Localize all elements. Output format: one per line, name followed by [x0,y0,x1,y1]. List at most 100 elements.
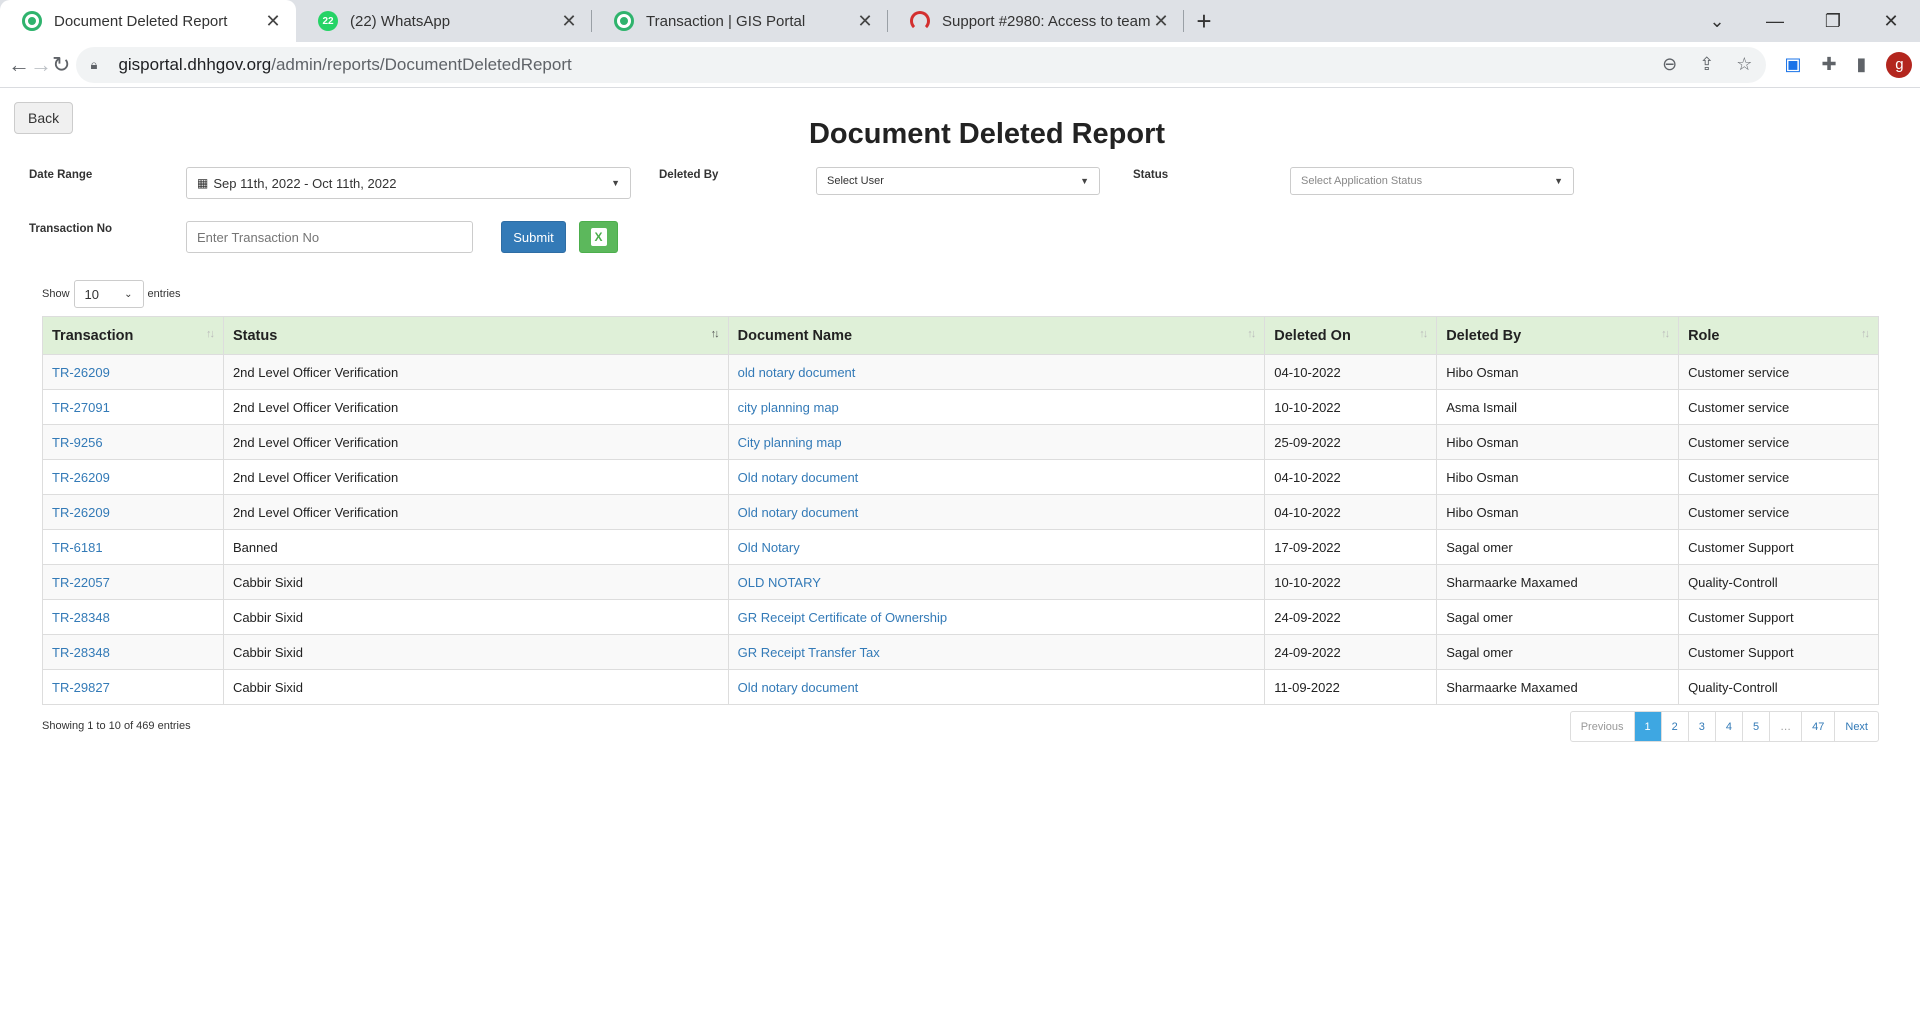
column-header-deleted-by[interactable]: Deleted By ↑↓ [1436,316,1680,355]
url-path: /admin/reports/DocumentDeletedReport [271,54,572,74]
transaction-cell: TR-6181 [42,529,224,565]
document-name-cell: Old notary document [727,459,1266,495]
column-header-document-name[interactable]: Document Name ↑↓ [727,316,1266,355]
status-cell: 2nd Level Officer Verification [222,494,729,530]
bookmark-star-icon[interactable]: ☆ [1736,54,1752,75]
table-row: TR-26209 2nd Level Officer Verification Ol… [42,459,1879,495]
page-button-4[interactable]: 4 [1714,712,1742,741]
page-button-5[interactable]: 5 [1742,712,1769,741]
document-link[interactable]: old notary document [738,365,856,380]
date-range-value: Sep 11th, 2022 - Oct 11th, 2022 [213,175,397,191]
transaction-link[interactable]: TR-27091 [52,400,110,415]
document-link[interactable]: OLD NOTARY [738,575,821,590]
deleted-by-cell: Sagal omer [1436,529,1680,565]
deleted-by-select[interactable]: Select User ▼ [816,167,1100,195]
caret-down-icon: ▼ [611,178,620,188]
close-icon[interactable]: ✕ [560,11,578,32]
role-cell: Customer service [1678,424,1879,460]
role-cell: Customer service [1678,494,1879,530]
forward-arrow-icon[interactable]: → [30,45,52,85]
tab-whatsapp[interactable]: 22 (22) WhatsApp ✕ [296,0,592,42]
zoom-icon[interactable]: ⊖ [1662,54,1677,75]
side-panel-icon[interactable]: ▮ [1857,54,1867,75]
sort-icon: ↑↓ [1419,328,1428,340]
previous-page-button[interactable]: Previous [1571,712,1634,741]
table-row: TR-29827 Cabbir Sixid Old notary document 1… [42,669,1879,705]
status-cell: Cabbir Sixid [222,669,729,705]
tab-title: Document Deleted Report [54,12,228,30]
page-button-2[interactable]: 2 [1660,712,1688,741]
export-excel-button[interactable]: X [579,221,618,253]
deleted-on-cell: 04-10-2022 [1264,494,1438,530]
document-link[interactable]: GR Receipt Certificate of Ownership [738,610,948,625]
page-button-47[interactable]: 47 [1801,712,1834,741]
transaction-cell: TR-26209 [42,459,224,495]
column-header-transaction[interactable]: Transaction ↑↓ [42,316,224,355]
document-link[interactable]: Old notary document [738,505,859,520]
document-link[interactable]: Old notary document [738,470,859,485]
url-host: gisportal.dhhgov.org [118,54,272,74]
close-icon[interactable]: ✕ [856,11,874,32]
transaction-link[interactable]: TR-26209 [52,470,110,485]
avatar[interactable]: g [1886,51,1913,78]
document-link[interactable]: Old Notary [738,540,800,555]
minimize-icon[interactable]: — [1746,0,1804,42]
tab-separator [1183,10,1184,32]
table-body: TR-26209 2nd Level Officer Verification ol… [42,354,1879,705]
document-name-cell: Old notary document [727,494,1266,530]
next-page-button[interactable]: Next [1834,712,1878,741]
role-cell: Quality-Controll [1678,564,1879,600]
document-link[interactable]: Old notary document [738,680,859,695]
sort-icon: ↑↓ [1247,328,1256,340]
transaction-no-input[interactable] [186,221,473,253]
status-select[interactable]: Select Application Status ▼ [1290,167,1574,195]
address-bar[interactable]: 🔒︎ gisportal.dhhgov.org/admin/reports/Do… [76,46,1767,83]
document-link[interactable]: city planning map [738,400,839,415]
reload-icon[interactable]: ↻ [52,45,70,85]
status-label: Status [1133,169,1169,181]
submit-button[interactable]: Submit [501,221,566,253]
deleted-by-cell: Hibo Osman [1436,424,1680,460]
puzzle-icon[interactable]: ✚ [1821,54,1836,75]
share-icon[interactable]: ⇪ [1699,54,1714,75]
column-header-role[interactable]: Role ↑↓ [1678,316,1879,355]
close-icon[interactable]: ✕ [1152,11,1170,32]
document-link[interactable]: GR Receipt Transfer Tax [738,645,880,660]
transaction-link[interactable]: TR-26209 [52,365,110,380]
transaction-link[interactable]: TR-28348 [52,645,110,660]
transaction-link[interactable]: TR-29827 [52,680,110,695]
transaction-link[interactable]: TR-28348 [52,610,110,625]
tab-transaction-gis[interactable]: Transaction | GIS Portal ✕ [592,0,888,42]
page-button-1[interactable]: 1 [1633,712,1661,741]
excel-icon: X [590,228,607,246]
entries-label: entries [147,288,181,300]
entries-per-page-select[interactable]: 10 ⌄ [73,280,144,308]
transaction-link[interactable]: TR-26209 [52,505,110,520]
extension-icon[interactable]: ▣ [1784,54,1801,75]
deleted-on-cell: 10-10-2022 [1264,564,1438,600]
deleted-documents-table: Transaction ↑↓ Status ↑↓ Document Name ↑↓ D… [42,316,1879,705]
column-header-deleted-on[interactable]: Deleted On ↑↓ [1264,316,1438,355]
page-button-3[interactable]: 3 [1687,712,1715,741]
role-cell: Quality-Controll [1678,669,1879,705]
transaction-link[interactable]: TR-22057 [52,575,110,590]
status-cell: 2nd Level Officer Verification [222,424,729,460]
status-value: Select Application Status [1301,175,1423,187]
deleted-by-cell: Sharmaarke Maxamed [1436,564,1680,600]
date-range-picker[interactable]: ▦ Sep 11th, 2022 - Oct 11th, 2022 ▼ [186,167,631,199]
back-arrow-icon[interactable]: ← [8,45,30,85]
document-link[interactable]: City planning map [738,435,842,450]
column-header-status[interactable]: Status ↑↓ [222,316,729,355]
calendar-icon: ▦ [197,176,209,190]
restore-icon[interactable]: ❐ [1804,0,1862,42]
status-cell: Cabbir Sixid [222,634,729,670]
transaction-link[interactable]: TR-9256 [52,435,103,450]
new-tab-button[interactable]: + [1184,0,1224,42]
transaction-link[interactable]: TR-6181 [52,540,103,555]
tab-search-chevron-icon[interactable]: ⌄ [1688,0,1746,42]
tab-support[interactable]: Support #2980: Access to team P ✕ [888,0,1184,42]
tab-document-deleted-report[interactable]: Document Deleted Report ✕ [0,0,296,42]
transaction-no-label: Transaction No [29,223,113,235]
window-close-icon[interactable]: ✕ [1862,0,1920,42]
close-icon[interactable]: ✕ [264,11,282,32]
